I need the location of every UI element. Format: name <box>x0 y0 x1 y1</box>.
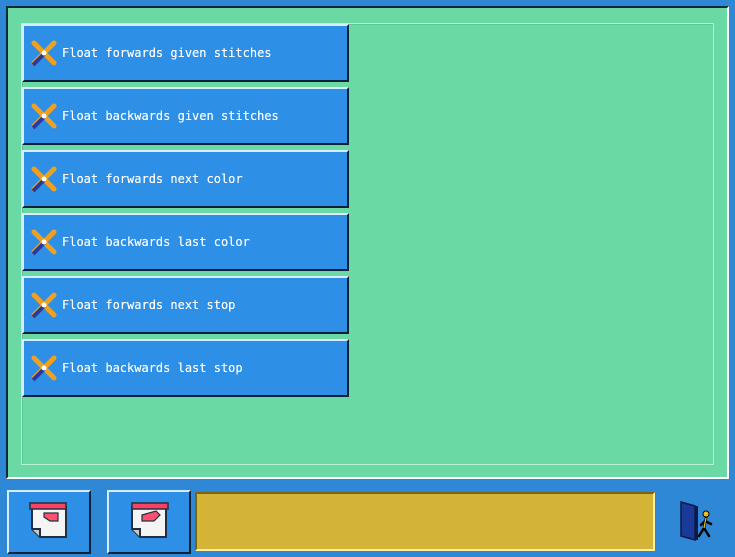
float-forwards-next-color-button[interactable]: Float forwards next color <box>22 150 349 208</box>
exit-door-icon <box>677 498 717 546</box>
page-back-button[interactable] <box>7 490 91 554</box>
menu-item-label: Float forwards next stop <box>62 298 236 312</box>
menu-item-label: Float backwards last stop <box>62 361 243 375</box>
float-backwards-last-color-button[interactable]: Float backwards last color <box>22 213 349 271</box>
float-backwards-given-stitches-button[interactable]: Float backwards given stitches <box>22 87 349 145</box>
needle-cross-icon <box>30 39 58 67</box>
main-panel: Float forwards given stitches Float back… <box>6 6 729 479</box>
float-forwards-next-stop-button[interactable]: Float forwards next stop <box>22 276 349 334</box>
page-forward-button[interactable] <box>107 490 191 554</box>
page-back-icon <box>26 499 72 545</box>
needle-cross-icon <box>30 354 58 382</box>
float-backwards-last-stop-button[interactable]: Float backwards last stop <box>22 339 349 397</box>
status-bar <box>195 492 655 551</box>
menu-item-label: Float backwards given stitches <box>62 109 279 123</box>
float-forwards-given-stitches-button[interactable]: Float forwards given stitches <box>22 24 349 82</box>
page-forward-icon <box>126 499 172 545</box>
menu-item-label: Float backwards last color <box>62 235 250 249</box>
exit-button[interactable] <box>664 490 730 554</box>
needle-cross-icon <box>30 102 58 130</box>
needle-cross-icon <box>30 165 58 193</box>
needle-cross-icon <box>30 291 58 319</box>
float-menu: Float forwards given stitches Float back… <box>22 24 352 402</box>
menu-item-label: Float forwards given stitches <box>62 46 272 60</box>
footer-toolbar <box>0 486 735 557</box>
needle-cross-icon <box>30 228 58 256</box>
menu-item-label: Float forwards next color <box>62 172 243 186</box>
